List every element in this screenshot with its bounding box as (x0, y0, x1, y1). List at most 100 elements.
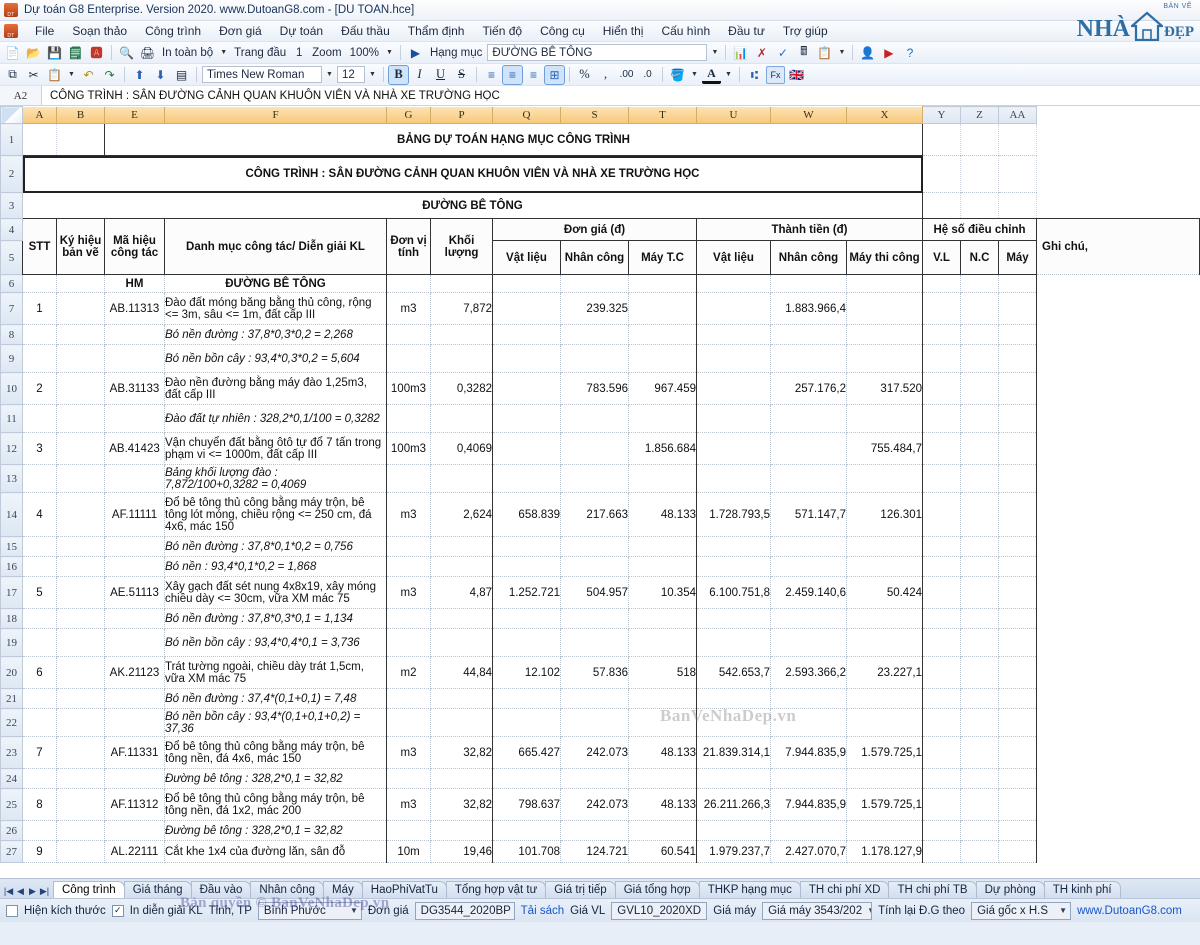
hm-qty[interactable] (430, 274, 493, 293)
sheet-tab-th-chi-ph-xd[interactable]: TH chi phí XD (799, 881, 890, 898)
row-up-machine[interactable] (628, 768, 697, 789)
row-adj-nc[interactable] (960, 820, 999, 841)
row-work-code[interactable]: AL.22111 (104, 840, 165, 863)
menu-item-tham-dinh[interactable]: Thẩm định (399, 22, 474, 40)
menu-item-du-toan[interactable]: Dự toán (271, 22, 332, 40)
row-description[interactable]: Bó nền đường : 37,4*(0,1+0,1) = 7,48 (164, 688, 387, 709)
row-adj-vl[interactable] (922, 688, 961, 709)
table-row[interactable]: 9 Bó nền bồn cây : 93,4*0,3*0,2 = 5,604 (0, 344, 1200, 373)
row-adj-may[interactable] (998, 688, 1037, 709)
row-am-machine[interactable] (846, 820, 923, 841)
row-work-code[interactable]: AB.31133 (104, 372, 165, 405)
row-am-material[interactable] (696, 708, 771, 737)
column-header-E[interactable]: E (104, 106, 165, 124)
fill-color-icon[interactable]: 🪣 (668, 66, 687, 84)
row-am-material[interactable] (696, 372, 771, 405)
menu-item-cong-cu[interactable]: Công cụ (531, 22, 594, 40)
row-up-machine[interactable] (628, 608, 697, 629)
row-stt[interactable] (22, 556, 57, 577)
table-row[interactable]: 26 Đường bê tông : 328,2*0,1 = 32,82 (0, 820, 1200, 841)
row-am-labor[interactable] (770, 536, 847, 557)
row-adj-nc[interactable] (960, 372, 999, 405)
row-header-23[interactable]: 23 (0, 736, 23, 769)
gantt-icon[interactable]: 📊 (731, 44, 750, 62)
row-stt[interactable] (22, 536, 57, 557)
row-adj-vl[interactable] (922, 344, 961, 373)
row-drawing-code[interactable] (56, 536, 105, 557)
row-am-material[interactable] (696, 464, 771, 493)
table-row[interactable]: 20 6 AK.21123 Trát tường ngoài, chiều dày t… (0, 656, 1200, 689)
row-adj-may[interactable] (998, 404, 1037, 433)
row-up-labor[interactable] (560, 344, 629, 373)
row-adj-nc[interactable] (960, 432, 999, 465)
excel-export-icon[interactable]: 🗒 (66, 44, 85, 62)
row-work-code[interactable]: AF.11331 (104, 736, 165, 769)
row-am-labor[interactable] (770, 820, 847, 841)
table-row[interactable]: 16 Bó nền : 93,4*0,1*0,2 = 1,868 (0, 556, 1200, 577)
align-center-icon[interactable]: ≡ (502, 64, 523, 85)
row-header-25[interactable]: 25 (0, 788, 23, 821)
row-am-labor[interactable] (770, 432, 847, 465)
row-adj-vl[interactable] (922, 536, 961, 557)
print-all-label[interactable]: In toàn bộ (159, 47, 216, 59)
sheet-tab-gi-tr-ti-p[interactable]: Giá trị tiếp (545, 881, 616, 898)
gia-vl-combo[interactable]: GVL10_2020XD ▼ (611, 901, 708, 920)
cell-A1[interactable] (22, 123, 57, 156)
row-drawing-code[interactable] (56, 840, 105, 863)
row-up-labor[interactable] (560, 628, 629, 657)
first-tab-icon[interactable]: |◀ (3, 886, 14, 897)
row-up-labor[interactable] (560, 708, 629, 737)
row-description[interactable]: Xây gạch đất sét nung 4x8x19, xây móng c… (164, 576, 387, 609)
header-work-code[interactable]: Mã hiệu công tác (104, 218, 165, 275)
row-up-machine[interactable] (628, 556, 697, 577)
row-am-machine[interactable]: 1.579.725,1 (846, 736, 923, 769)
row-drawing-code[interactable] (56, 820, 105, 841)
row-work-code[interactable]: AB.11313 (104, 292, 165, 325)
table-row[interactable]: 8 Bó nền đường : 37,8*0,3*0,2 = 2,268 (0, 324, 1200, 345)
row-am-machine[interactable]: 1.579.725,1 (846, 788, 923, 821)
table-row[interactable]: 23 7 AF.11331 Đổ bê tông thủ công bằng máy … (0, 736, 1200, 769)
cell-AA2[interactable] (998, 155, 1037, 193)
row-drawing-code[interactable] (56, 736, 105, 769)
row-drawing-code[interactable] (56, 292, 105, 325)
row-work-code[interactable]: AB.41423 (104, 432, 165, 465)
table-row[interactable]: 22 Bó nền bồn cây : 93,4*(0,1+0,1+0,2) = … (0, 708, 1200, 737)
row-up-machine[interactable] (628, 292, 697, 325)
row-drawing-code[interactable] (56, 324, 105, 345)
hm-draw[interactable] (56, 274, 105, 293)
row-am-material[interactable] (696, 432, 771, 465)
row-am-material[interactable] (696, 292, 771, 325)
column-header-T[interactable]: T (628, 106, 697, 124)
menu-item-dau-thau[interactable]: Đấu thầu (332, 22, 399, 40)
cell-Z1[interactable] (960, 123, 999, 156)
row-up-machine[interactable] (628, 688, 697, 709)
pdf-export-icon[interactable]: 🅰 (87, 44, 106, 62)
row-unit[interactable] (386, 324, 431, 345)
row-drawing-code[interactable] (56, 768, 105, 789)
column-header-S[interactable]: S (560, 106, 629, 124)
row-adj-may[interactable] (998, 536, 1037, 557)
row-am-material[interactable] (696, 628, 771, 657)
row-am-labor[interactable] (770, 708, 847, 737)
row-am-machine[interactable] (846, 556, 923, 577)
row-header-17[interactable]: 17 (0, 576, 23, 609)
row-am-labor[interactable]: 2.427.070,7 (770, 840, 847, 863)
row-adj-nc[interactable] (960, 464, 999, 493)
row-header-27[interactable]: 27 (0, 840, 23, 863)
row-stt[interactable] (22, 404, 57, 433)
row-up-labor[interactable]: 242.073 (560, 788, 629, 821)
download-book-link[interactable]: Tải sách (521, 905, 564, 917)
row-header-10[interactable]: 10 (0, 372, 23, 405)
underline-button[interactable]: U (431, 66, 450, 84)
italic-button[interactable]: I (410, 66, 429, 84)
row-adj-may[interactable] (998, 628, 1037, 657)
row-up-material[interactable] (492, 608, 561, 629)
row-quantity[interactable] (430, 688, 493, 709)
row-am-labor[interactable] (770, 608, 847, 629)
header-up-labor[interactable]: Nhân công (560, 240, 629, 275)
column-header-Y[interactable]: Y (922, 106, 961, 124)
column-header-U[interactable]: U (696, 106, 771, 124)
row-up-labor[interactable] (560, 464, 629, 493)
row-stt[interactable]: 3 (22, 432, 57, 465)
row-up-material[interactable] (492, 688, 561, 709)
